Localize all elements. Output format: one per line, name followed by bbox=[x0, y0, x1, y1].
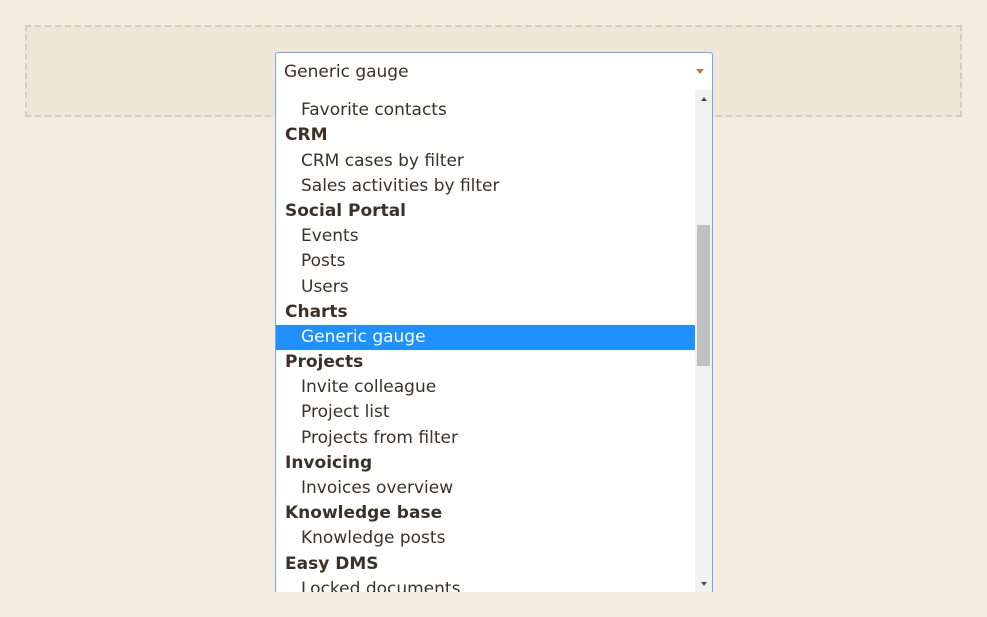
dropdown-list: Contacts from filterFavorite contactsCRM… bbox=[275, 90, 713, 592]
dropdown-option[interactable]: Posts bbox=[276, 249, 696, 274]
dropdown-option[interactable]: Contacts from filter bbox=[276, 90, 696, 98]
dropdown-option[interactable]: Invoices overview bbox=[276, 476, 696, 501]
scroll-up-arrow-icon[interactable] bbox=[695, 90, 712, 107]
module-type-select[interactable]: Generic gauge bbox=[275, 52, 713, 91]
select-value: Generic gauge bbox=[284, 61, 409, 82]
scroll-down-arrow-icon[interactable] bbox=[695, 575, 712, 592]
dropdown-option[interactable]: Users bbox=[276, 275, 696, 300]
dropdown-option[interactable]: Invite colleague bbox=[276, 375, 696, 400]
dropdown-option[interactable]: Projects from filter bbox=[276, 426, 696, 451]
scrollbar[interactable] bbox=[695, 90, 712, 592]
dropdown-option[interactable]: Events bbox=[276, 224, 696, 249]
option-group-label: Knowledge base bbox=[285, 503, 443, 524]
dropdown-option[interactable]: Knowledge posts bbox=[276, 526, 696, 551]
option-group-label: Easy DMS bbox=[285, 553, 379, 574]
dropdown-option[interactable]: Sales activities by filter bbox=[276, 174, 696, 199]
dropdown-arrow-icon[interactable] bbox=[688, 53, 712, 90]
option-group-label: Invoicing bbox=[285, 452, 373, 473]
dropdown-option[interactable]: Generic gauge bbox=[276, 324, 696, 351]
options-container: Contacts from filterFavorite contactsCRM… bbox=[276, 90, 696, 592]
dropdown-option[interactable]: Project list bbox=[276, 400, 696, 425]
option-group-label: Social Portal bbox=[285, 200, 406, 221]
option-group-label: CRM bbox=[285, 125, 328, 146]
dropdown-option[interactable]: Favorite contacts bbox=[276, 98, 696, 123]
scroll-thumb[interactable] bbox=[697, 225, 710, 366]
option-group-label: Charts bbox=[285, 301, 348, 322]
dropdown-option[interactable]: Locked documents bbox=[276, 577, 696, 592]
dropdown-option[interactable]: CRM cases by filter bbox=[276, 149, 696, 174]
option-group-label: Projects bbox=[285, 352, 364, 373]
